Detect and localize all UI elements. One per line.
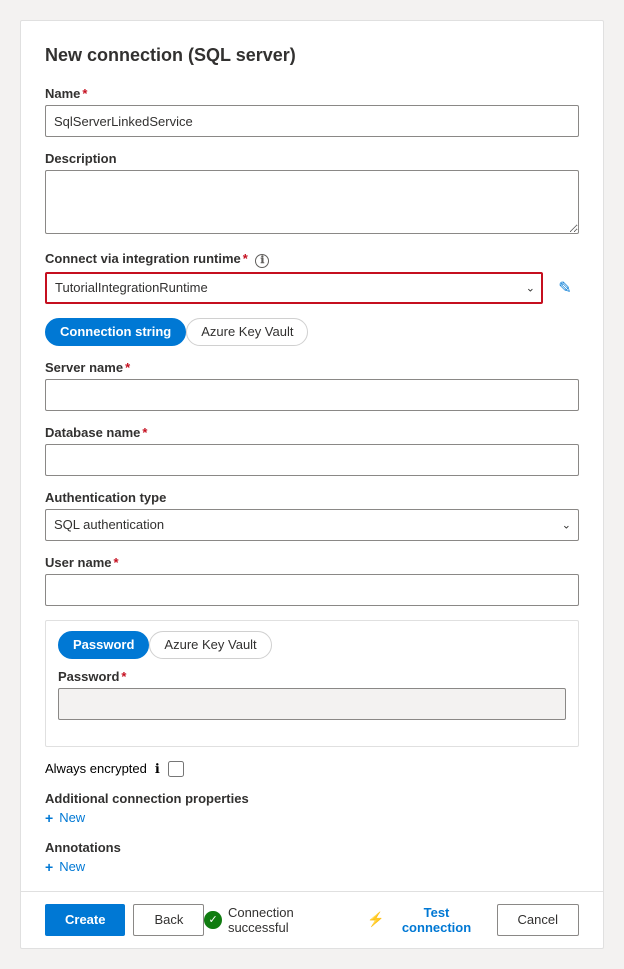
- user-name-input[interactable]: [45, 574, 579, 606]
- connection-success-label: Connection successful: [228, 905, 355, 935]
- runtime-label: Connect via integration runtime* ℹ: [45, 251, 579, 268]
- annotations-group: Annotations + New: [45, 840, 579, 875]
- auth-type-label: Authentication type: [45, 490, 579, 505]
- always-encrypted-checkbox[interactable]: [168, 761, 184, 777]
- success-check-icon: ✓: [204, 911, 222, 929]
- user-name-group: User name*: [45, 555, 579, 606]
- password-tab-group: Password Azure Key Vault: [58, 631, 566, 659]
- add-annotation-label: New: [59, 859, 85, 874]
- footer: Create Back ✓ Connection successful ⚡ Te…: [21, 891, 603, 948]
- additional-props-label: Additional connection properties: [45, 791, 579, 806]
- footer-left: Create Back: [45, 904, 204, 936]
- add-annotation-button[interactable]: + New: [45, 859, 579, 875]
- user-name-label: User name*: [45, 555, 579, 570]
- name-input[interactable]: [45, 105, 579, 137]
- always-encrypted-label: Always encrypted: [45, 761, 147, 776]
- tab-azure-key-vault[interactable]: Azure Key Vault: [186, 318, 308, 346]
- test-connection-button[interactable]: ⚡ Test connection: [367, 905, 485, 935]
- test-connection-icon: ⚡: [367, 911, 384, 928]
- back-button[interactable]: Back: [133, 904, 204, 936]
- password-group: Password*: [58, 669, 566, 720]
- annotations-label: Annotations: [45, 840, 579, 855]
- cancel-button[interactable]: Cancel: [497, 904, 579, 936]
- test-connection-label: Test connection: [388, 905, 484, 935]
- add-connection-prop-plus-icon: +: [45, 810, 53, 826]
- auth-type-group: Authentication type SQL authentication ⌄: [45, 490, 579, 541]
- create-button[interactable]: Create: [45, 904, 125, 936]
- description-label: Description: [45, 151, 579, 166]
- tab-password-akv[interactable]: Azure Key Vault: [149, 631, 271, 659]
- connection-tab-group: Connection string Azure Key Vault: [45, 318, 579, 346]
- database-name-label: Database name*: [45, 425, 579, 440]
- add-annotation-plus-icon: +: [45, 859, 53, 875]
- name-group: Name*: [45, 86, 579, 137]
- add-connection-prop-label: New: [59, 810, 85, 825]
- new-connection-panel: New connection (SQL server) Name* Descri…: [20, 20, 604, 949]
- password-section: Password Azure Key Vault Password*: [45, 620, 579, 747]
- server-name-input[interactable]: [45, 379, 579, 411]
- name-label: Name*: [45, 86, 579, 101]
- database-name-group: Database name*: [45, 425, 579, 476]
- database-name-input[interactable]: [45, 444, 579, 476]
- runtime-row: TutorialIntegrationRuntime ⌄ ✎: [45, 272, 579, 304]
- edit-icon: ✎: [558, 278, 571, 298]
- auth-type-select[interactable]: SQL authentication: [45, 509, 579, 541]
- password-label: Password*: [58, 669, 566, 684]
- panel-title: New connection (SQL server): [45, 45, 579, 66]
- runtime-group: Connect via integration runtime* ℹ Tutor…: [45, 251, 579, 304]
- runtime-select[interactable]: TutorialIntegrationRuntime: [45, 272, 543, 304]
- description-input[interactable]: [45, 170, 579, 234]
- connection-success-status: ✓ Connection successful: [204, 905, 355, 935]
- additional-props-group: Additional connection properties + New: [45, 791, 579, 826]
- add-connection-prop-button[interactable]: + New: [45, 810, 579, 826]
- runtime-edit-button[interactable]: ✎: [551, 274, 579, 302]
- server-name-label: Server name*: [45, 360, 579, 375]
- description-group: Description: [45, 151, 579, 237]
- tab-password[interactable]: Password: [58, 631, 149, 659]
- footer-right: ✓ Connection successful ⚡ Test connectio…: [204, 904, 579, 936]
- tab-connection-string[interactable]: Connection string: [45, 318, 186, 346]
- server-name-group: Server name*: [45, 360, 579, 411]
- always-encrypted-row: Always encrypted ℹ: [45, 761, 579, 777]
- password-input[interactable]: [58, 688, 566, 720]
- runtime-info-icon[interactable]: ℹ: [255, 254, 269, 268]
- always-encrypted-info-icon[interactable]: ℹ: [155, 761, 160, 777]
